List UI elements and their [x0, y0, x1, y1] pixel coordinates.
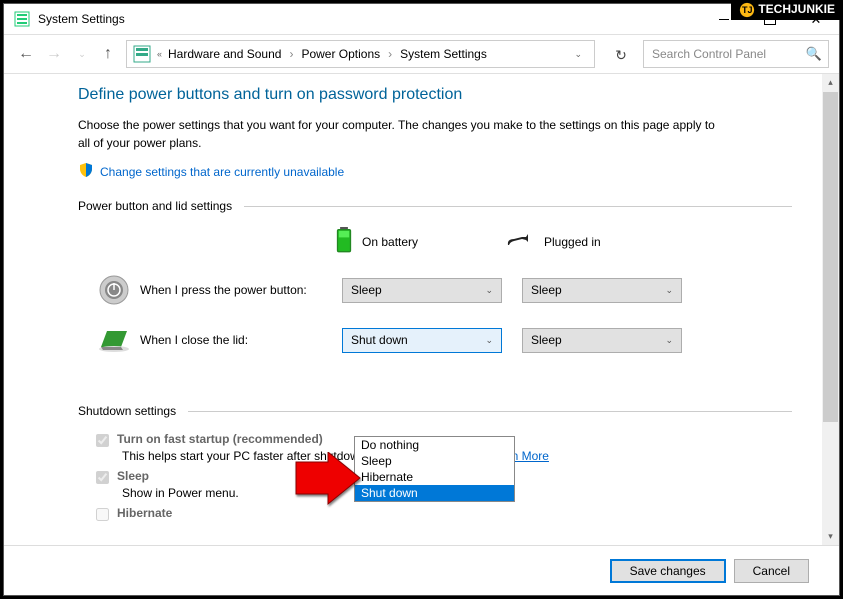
titlebar: System Settings	[4, 4, 839, 34]
address-dropdown-icon[interactable]: ⌄	[568, 49, 588, 60]
power-button-label: When I press the power button:	[132, 283, 342, 297]
page-heading: Define power buttons and turn on passwor…	[78, 86, 822, 104]
battery-icon	[336, 227, 352, 256]
window: System Settings ← → ⌄ ↑ « Hardware and S…	[3, 3, 840, 596]
scrollbar[interactable]: ▴ ▾	[822, 74, 839, 545]
up-button[interactable]: ↑	[98, 45, 118, 63]
back-button[interactable]: ←	[14, 45, 38, 63]
navigation-bar: ← → ⌄ ↑ « Hardware and Sound › Power Opt…	[4, 34, 839, 74]
chevron-down-icon: ⌄	[485, 335, 493, 346]
save-changes-button[interactable]: Save changes	[610, 559, 726, 583]
close-lid-plugged-combo[interactable]: Sleep⌄	[522, 328, 682, 353]
search-box[interactable]: 🔍	[643, 40, 829, 68]
dropdown-option[interactable]: Sleep	[355, 453, 514, 469]
chevron-icon: «	[157, 49, 162, 59]
forward-button: →	[42, 45, 66, 63]
app-icon	[14, 11, 30, 27]
dropdown-option[interactable]: Do nothing	[355, 437, 514, 453]
dropdown-option-selected[interactable]: Shut down	[355, 485, 514, 501]
change-settings-link[interactable]: Change settings that are currently unava…	[100, 165, 344, 179]
refresh-button[interactable]: ↻	[607, 40, 635, 68]
chevron-right-icon: ›	[388, 47, 392, 61]
recent-locations-button[interactable]: ⌄	[70, 49, 94, 60]
chevron-right-icon: ›	[289, 47, 293, 61]
on-battery-label: On battery	[362, 235, 418, 249]
fast-startup-checkbox	[96, 434, 109, 447]
power-button-plugged-combo[interactable]: Sleep⌄	[522, 278, 682, 303]
window-title: System Settings	[38, 12, 701, 26]
plugged-in-label: Plugged in	[544, 235, 601, 249]
page-description: Choose the power settings that you want …	[78, 116, 728, 152]
sleep-checkbox	[96, 471, 109, 484]
scroll-up-button[interactable]: ▴	[822, 74, 839, 91]
close-lid-battery-combo[interactable]: Shut down⌄	[342, 328, 502, 353]
hibernate-option-label: Hibernate	[117, 506, 172, 520]
location-icon	[133, 45, 151, 63]
cancel-button[interactable]: Cancel	[734, 559, 809, 583]
fast-startup-label: Turn on fast startup (recommended)	[117, 432, 323, 446]
sleep-option-label: Sleep	[117, 469, 149, 483]
chevron-down-icon: ⌄	[665, 285, 673, 296]
power-button-icon	[96, 272, 132, 308]
lid-icon	[96, 322, 132, 358]
dropdown-option[interactable]: Hibernate	[355, 469, 514, 485]
chevron-down-icon: ⌄	[485, 285, 493, 296]
chevron-down-icon: ⌄	[665, 335, 673, 346]
breadcrumb[interactable]: Power Options	[301, 47, 380, 61]
close-lid-label: When I close the lid:	[132, 333, 342, 347]
shield-icon	[78, 162, 94, 181]
watermark: TJTECHJUNKIE	[731, 0, 843, 20]
power-button-section-label: Power button and lid settings	[78, 199, 792, 213]
search-input[interactable]	[644, 41, 828, 67]
annotation-arrow-icon	[294, 452, 364, 509]
power-button-battery-combo[interactable]: Sleep⌄	[342, 278, 502, 303]
breadcrumb[interactable]: Hardware and Sound	[168, 47, 281, 61]
dropdown-list[interactable]: Do nothing Sleep Hibernate Shut down	[354, 436, 515, 502]
breadcrumb[interactable]: System Settings	[400, 47, 487, 61]
scrollbar-thumb[interactable]	[823, 92, 838, 422]
footer: Save changes Cancel	[4, 545, 839, 595]
shutdown-section-label: Shutdown settings	[78, 404, 792, 418]
scroll-down-button[interactable]: ▾	[822, 528, 839, 545]
plug-icon	[506, 232, 534, 251]
address-bar[interactable]: « Hardware and Sound › Power Options › S…	[126, 40, 595, 68]
search-icon[interactable]: 🔍	[806, 46, 822, 62]
hibernate-checkbox	[96, 508, 109, 521]
